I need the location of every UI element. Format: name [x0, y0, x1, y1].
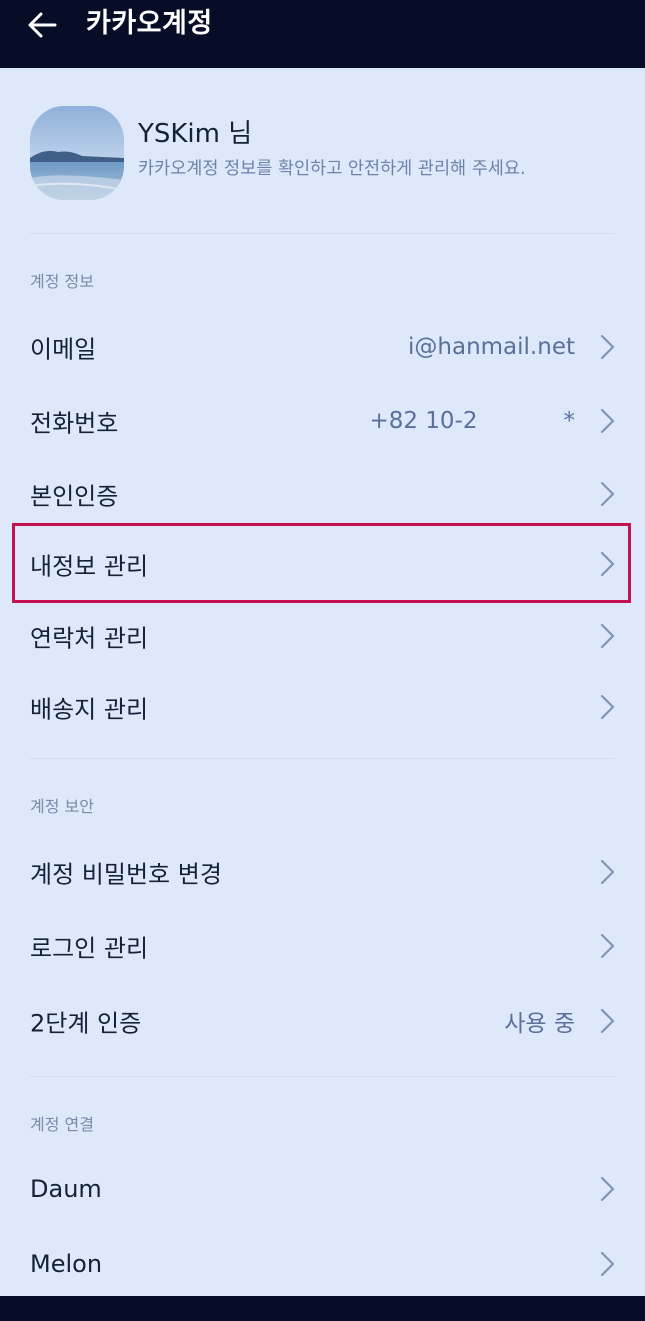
row-label: 연락처 관리: [30, 624, 149, 653]
two-step-status: 사용 중: [504, 1011, 575, 1037]
profile-name: YSKim 님: [138, 119, 253, 149]
row-label: 본인인증: [30, 482, 119, 511]
avatar[interactable]: [30, 106, 124, 200]
row-change-password[interactable]: 계정 비밀번호 변경: [30, 840, 615, 904]
row-label: Melon: [30, 1250, 103, 1278]
row-contacts-management[interactable]: 연락처 관리: [30, 604, 615, 668]
row-my-info-management[interactable]: 내정보 관리: [30, 532, 615, 596]
chevron-right-icon: [600, 694, 615, 720]
chevron-right-icon: [600, 1008, 615, 1034]
row-shipping-address-management[interactable]: 배송지 관리: [30, 675, 615, 739]
divider: [30, 233, 615, 234]
phone-mask: *: [563, 408, 576, 434]
profile-description: 카카오계정 정보를 확인하고 안전하게 관리해 주세요.: [138, 159, 526, 179]
row-phone[interactable]: 전화번호 +82 10-2 *: [30, 389, 615, 453]
phone-number: +82 10-2: [369, 408, 478, 434]
email-value: i@hanmail.net: [408, 334, 575, 360]
chevron-right-icon: [600, 334, 615, 360]
chevron-right-icon: [600, 551, 615, 577]
row-identity-verification[interactable]: 본인인증: [30, 462, 615, 526]
row-label: Daum: [30, 1175, 102, 1203]
chevron-right-icon: [600, 623, 615, 649]
row-label: 이메일: [30, 335, 97, 364]
row-melon[interactable]: Melon: [30, 1232, 615, 1296]
divider: [30, 758, 615, 759]
section-title-account-link: 계정 연결: [30, 1115, 94, 1134]
chevron-right-icon: [600, 408, 615, 434]
row-label: 계정 비밀번호 변경: [30, 860, 222, 889]
row-label: 2단계 인증: [30, 1009, 142, 1038]
section-title-account-info: 계정 정보: [30, 272, 94, 291]
row-label: 배송지 관리: [30, 695, 149, 724]
row-label: 로그인 관리: [30, 934, 149, 963]
section-title-account-security: 계정 보안: [30, 797, 94, 816]
row-email[interactable]: 이메일 i@hanmail.net: [30, 315, 615, 379]
arrow-left-icon: [28, 12, 57, 38]
chevron-right-icon: [600, 481, 615, 507]
chevron-right-icon: [600, 1176, 615, 1202]
row-label: 내정보 관리: [30, 552, 149, 581]
top-app-bar: 카카오계정: [0, 0, 645, 68]
divider: [30, 1076, 615, 1077]
row-login-management[interactable]: 로그인 관리: [30, 914, 615, 978]
phone-value: +82 10-2 *: [369, 408, 575, 434]
profile-card: YSKim 님 카카오계정 정보를 확인하고 안전하게 관리해 주세요.: [30, 106, 620, 202]
row-two-step-verification[interactable]: 2단계 인증 사용 중: [30, 989, 615, 1053]
chevron-right-icon: [600, 1251, 615, 1277]
bottom-bar: [0, 1296, 645, 1321]
chevron-right-icon: [600, 859, 615, 885]
page-title: 카카오계정: [86, 8, 213, 39]
row-daum[interactable]: Daum: [30, 1157, 615, 1221]
chevron-right-icon: [600, 933, 615, 959]
back-button[interactable]: [22, 8, 62, 42]
row-label: 전화번호: [30, 409, 119, 438]
avatar-image: [30, 106, 124, 200]
